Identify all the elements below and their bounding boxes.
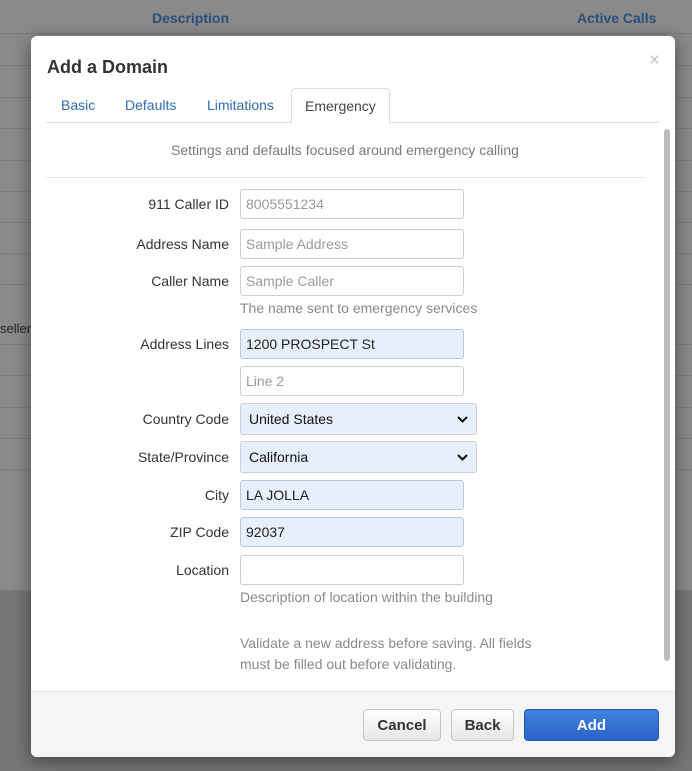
emergency-form: Settings and defaults focused around eme… <box>46 123 661 691</box>
zip-code-label: ZIP Code <box>170 524 229 540</box>
city-input[interactable] <box>240 480 464 510</box>
close-icon[interactable]: × <box>649 51 660 71</box>
tab-bar: Basic Defaults Limitations Emergency <box>46 88 659 124</box>
tab-basic[interactable]: Basic <box>61 88 95 121</box>
state-province-label: State/Province <box>137 449 229 465</box>
country-code-label: Country Code <box>142 411 229 427</box>
address-line1-input[interactable] <box>240 329 464 359</box>
background-row-text: seller <box>0 321 32 336</box>
caller-id-label: 911 Caller ID <box>148 196 229 212</box>
modal-footer: Cancel Back Add <box>31 691 675 757</box>
add-button[interactable]: Add <box>524 709 659 741</box>
column-header-description: Description <box>152 10 230 26</box>
state-province-value: California <box>249 449 309 465</box>
tab-emergency[interactable]: Emergency <box>291 88 390 124</box>
address-line2-input[interactable] <box>240 366 464 396</box>
chevron-down-icon <box>457 415 468 423</box>
address-name-input[interactable] <box>240 229 464 259</box>
address-name-label: Address Name <box>136 236 229 252</box>
location-input[interactable] <box>240 555 464 585</box>
caller-id-input[interactable] <box>240 189 464 219</box>
validate-note-line1: Validate a new address before saving. Al… <box>240 635 532 651</box>
country-code-value: United States <box>249 411 334 427</box>
caller-name-help: The name sent to emergency services <box>240 300 478 316</box>
cancel-button[interactable]: Cancel <box>363 709 441 741</box>
chevron-down-icon <box>457 453 468 461</box>
section-intro: Settings and defaults focused around eme… <box>171 142 519 158</box>
zip-code-input[interactable] <box>240 517 464 547</box>
tab-defaults[interactable]: Defaults <box>125 88 176 121</box>
row-divider <box>0 33 692 34</box>
section-divider <box>46 177 644 178</box>
add-domain-modal: Add a Domain × Basic Defaults Limitation… <box>31 36 675 757</box>
back-button[interactable]: Back <box>451 709 514 741</box>
address-lines-label: Address Lines <box>140 336 229 352</box>
validate-note-line2: must be filled out before validating. <box>240 656 457 672</box>
location-help: Description of location within the build… <box>240 589 493 605</box>
state-province-select[interactable]: California <box>240 441 477 473</box>
country-code-select[interactable]: United States <box>240 403 477 435</box>
location-label: Location <box>176 562 229 578</box>
caller-name-label: Caller Name <box>151 273 229 289</box>
city-label: City <box>204 487 229 503</box>
modal-title: Add a Domain <box>47 57 169 77</box>
tab-limitations[interactable]: Limitations <box>207 88 274 121</box>
scrollbar-thumb[interactable] <box>664 129 670 661</box>
caller-name-input[interactable] <box>240 266 464 296</box>
column-header-active-calls: Active Calls <box>577 10 657 26</box>
